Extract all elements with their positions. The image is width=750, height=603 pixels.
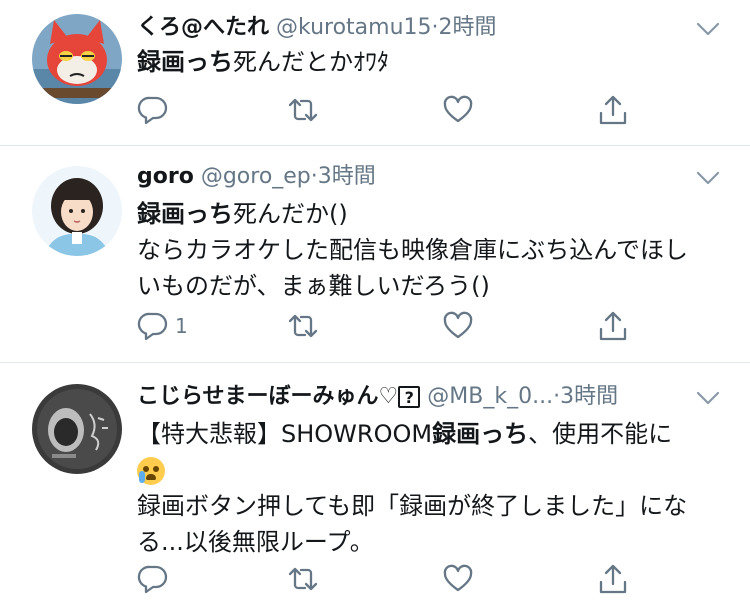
highlighted-keyword: 録画っち [137,48,233,76]
loudly-crying-face-emoji [137,457,165,485]
tweet-actions [137,561,637,597]
separator-dot: · [431,15,439,40]
display-name[interactable]: こじらせまーぼーみゅん♡ [137,384,398,409]
share-icon [599,564,627,594]
avatar[interactable] [32,384,122,474]
tweet-header: こじらせまーぼーみゅん♡? @MB_k_0...·3時間 [137,382,690,412]
tweet-1[interactable]: くろ@へたれ @kurotamu15·2時間 録画っち死んだとかｵﾜﾀ [0,0,750,146]
chevron-down-icon[interactable] [696,390,720,406]
like-button[interactable] [442,561,474,597]
tweet-text-prefix: 【特大悲報】SHOWROOM [137,420,433,448]
tweet-text-suffix: 、使用不能に [528,420,673,448]
separator-dot: · [310,164,318,189]
retweet-icon [288,314,318,338]
like-icon [443,564,473,592]
chevron-down-icon[interactable] [696,170,720,186]
highlighted-keyword: 録画っち [432,420,529,448]
share-button[interactable] [597,92,629,128]
reply-icon [137,96,168,125]
retweet-button[interactable] [287,308,319,344]
user-handle[interactable]: @kurotamu15 [276,15,432,40]
tweet-3[interactable]: こじらせまーぼーみゅん♡? @MB_k_0...·3時間 【特大悲報】SHOWR… [0,363,750,603]
retweet-button[interactable] [287,561,319,597]
tweet-text-line-4: る...以後無限ループ。 [137,528,374,556]
like-button[interactable] [442,92,474,128]
tweet-text: 録画っち死んだとかｵﾜﾀ [137,44,710,80]
retweet-icon [288,567,318,591]
highlighted-keyword: 録画っち [137,200,233,228]
tweet-actions: 1 [137,308,637,344]
reply-button[interactable]: 1 [137,308,188,344]
tweet-text-rest: 死んだか() [233,200,348,228]
like-icon [443,311,473,339]
tweet-text-line-3: 録画ボタン押しても即「録画が終了しました」にな [137,492,688,520]
avatar[interactable] [32,166,122,256]
tweet-text-line-3: いものだが、まぁ難しいだろう() [137,272,490,300]
tweet-2[interactable]: goro @goro_ep·3時間 録画っち死んだか() ならカラオケした配信も… [0,146,750,363]
reply-button[interactable] [137,561,175,597]
retweet-icon [288,98,318,122]
tweet-text-line-2: ならカラオケした配信も映像倉庫にぶち込んでほし [137,236,689,264]
chevron-down-icon[interactable] [696,21,720,37]
reply-count: 1 [175,314,188,338]
share-button[interactable] [597,308,629,344]
tweet-text-line-1: 【特大悲報】SHOWROOM録画っち、使用不能に [137,416,710,452]
user-handle[interactable]: @goro_ep [201,164,311,189]
display-name[interactable]: goro [137,164,194,189]
share-icon [599,95,627,125]
reply-icon [137,565,168,594]
tweet-actions [137,92,637,128]
tweet-text-rest: 死んだとかｵﾜﾀ [233,48,389,76]
like-button[interactable] [442,308,474,344]
avatar[interactable] [32,14,122,104]
display-name[interactable]: くろ@へたれ [137,15,269,40]
reply-icon [137,312,168,341]
tweet-text: 【特大悲報】SHOWROOM録画っち、使用不能に 録画ボタン押しても即「録画が終… [137,416,710,560]
tweet-header: くろ@へたれ @kurotamu15·2時間 [137,13,690,43]
reply-button[interactable] [137,92,175,128]
tweet-header: goro @goro_ep·3時間 [137,162,690,192]
timestamp[interactable]: 3時間 [318,164,376,189]
share-button[interactable] [597,561,629,597]
timestamp[interactable]: 2時間 [439,15,497,40]
tweet-text-line-2 [137,452,710,488]
tweet-text-line-1: 録画っち死んだか() [137,196,710,232]
tweet-text: 録画っち死んだか() ならカラオケした配信も映像倉庫にぶち込んでほし いものだが… [137,196,710,304]
timestamp[interactable]: 3時間 [560,384,618,409]
share-icon [599,311,627,341]
like-icon [443,95,473,123]
unsupported-glyph-box: ? [398,386,421,408]
retweet-button[interactable] [287,92,319,128]
user-handle[interactable]: @MB_k_0... [427,384,553,409]
